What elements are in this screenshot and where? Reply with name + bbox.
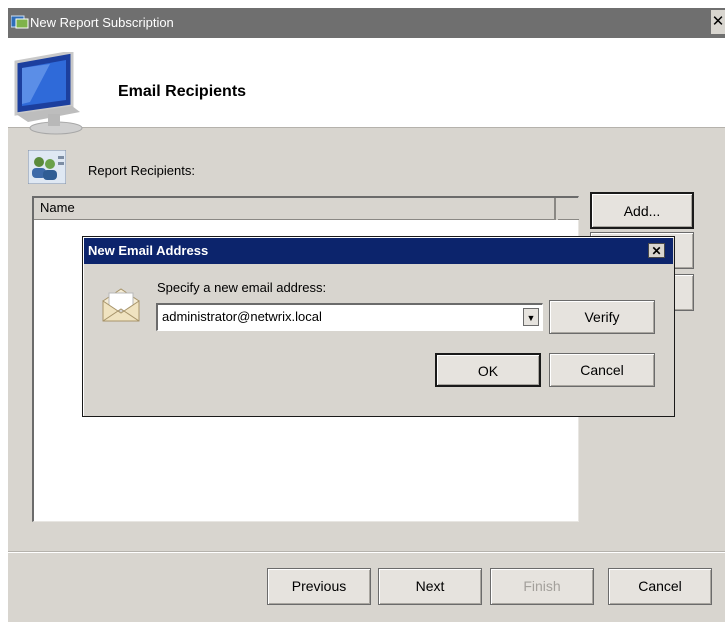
- footer-separator: [8, 551, 725, 553]
- list-header: Name: [34, 198, 579, 220]
- cancel-button[interactable]: Cancel: [608, 568, 712, 605]
- next-button[interactable]: Next: [378, 568, 482, 605]
- window-close-button[interactable]: ✕: [711, 10, 725, 34]
- recipients-label: Report Recipients:: [88, 163, 195, 178]
- users-icon: [28, 150, 66, 184]
- monitor-icon: [14, 52, 83, 135]
- email-combobox[interactable]: administrator@netwrix.local ▼: [156, 303, 543, 331]
- new-email-dialog: New Email Address ✕ Specify a new email …: [82, 236, 675, 417]
- window-title: New Report Subscription: [30, 15, 174, 30]
- column-header-filler: [558, 198, 579, 220]
- column-header-name[interactable]: Name: [34, 198, 556, 220]
- envelope-icon: [102, 288, 140, 322]
- wizard-window: New Report Subscription ✕ Email Recipien…: [8, 8, 725, 622]
- email-field[interactable]: administrator@netwrix.local: [162, 309, 322, 324]
- previous-button[interactable]: Previous: [267, 568, 371, 605]
- window-titlebar: New Report Subscription ✕: [8, 8, 725, 38]
- verify-button[interactable]: Verify: [549, 300, 655, 334]
- dialog-cancel-button[interactable]: Cancel: [549, 353, 655, 387]
- add-recipient-button[interactable]: Add...: [590, 192, 694, 229]
- header-panel: Email Recipients: [8, 38, 725, 135]
- dialog-title: New Email Address: [88, 243, 209, 258]
- ok-button[interactable]: OK: [435, 353, 541, 387]
- app-icon: [11, 15, 29, 29]
- email-prompt-label: Specify a new email address:: [157, 280, 327, 295]
- finish-button[interactable]: Finish: [490, 568, 594, 605]
- dropdown-arrow-icon[interactable]: ▼: [523, 308, 539, 326]
- page-title: Email Recipients: [118, 83, 247, 100]
- dialog-close-button[interactable]: ✕: [648, 243, 665, 258]
- dialog-titlebar: New Email Address ✕: [84, 238, 673, 264]
